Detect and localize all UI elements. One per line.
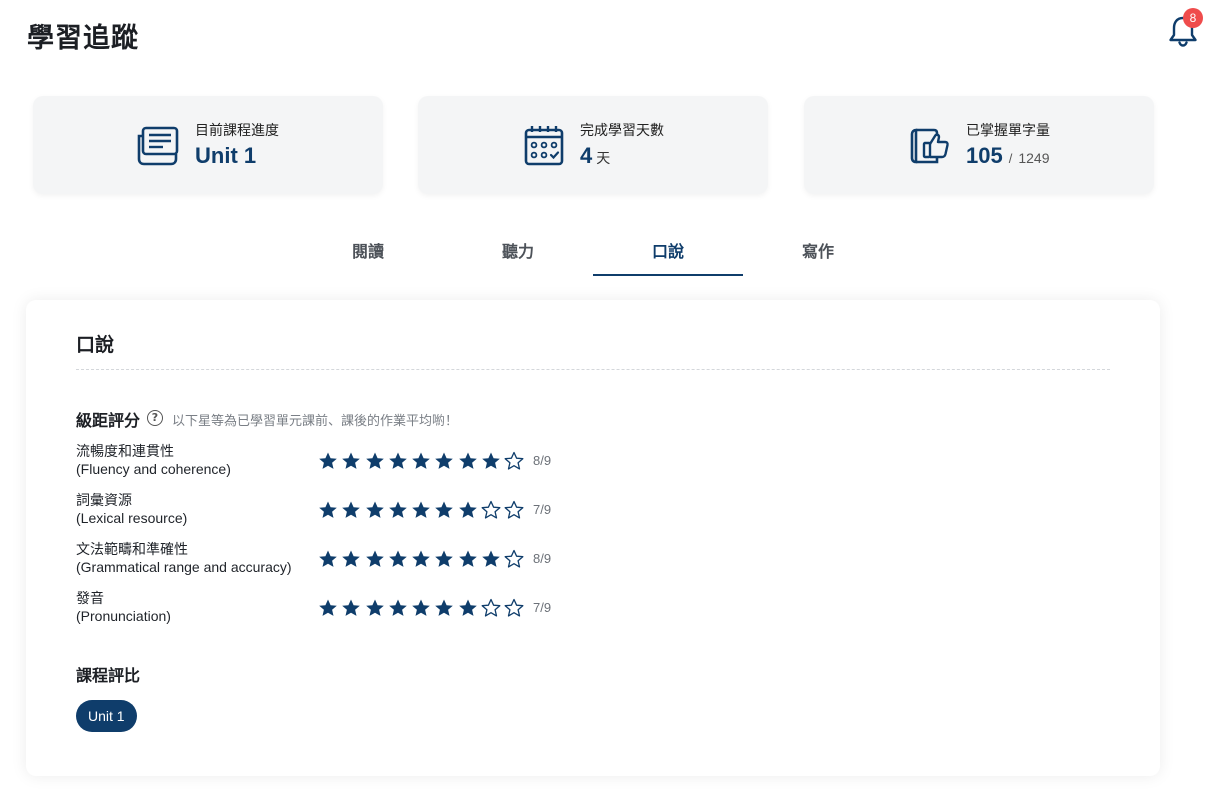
notification-button[interactable]: 8	[1164, 8, 1204, 48]
star-filled-icon	[388, 451, 411, 471]
star-filled-icon	[341, 549, 364, 569]
calendar-icon	[520, 124, 566, 168]
page-title: 學習追蹤	[27, 23, 139, 54]
stat-separator: /	[1008, 151, 1013, 166]
star-filled-icon	[458, 549, 481, 569]
star-filled-icon	[341, 500, 364, 520]
criterion-row-fluency: 流暢度和連貫性 (Fluency and coherence) 8/9	[76, 441, 596, 481]
star-filled-icon	[365, 598, 388, 618]
stat-value-text: 105	[966, 143, 1003, 168]
criterion-row-lexical: 詞彙資源 (Lexical resource) 7/9	[76, 490, 596, 530]
grade-hint: 以下星等為已學習單元課前、課後的作業平均喲！	[172, 414, 459, 429]
star-filled-icon	[481, 451, 504, 471]
tab-speaking[interactable]: 口說	[593, 232, 743, 276]
criterion-label-en: (Pronunciation)	[76, 608, 171, 624]
star-filled-icon	[365, 500, 388, 520]
star-filled-icon	[388, 598, 411, 618]
stat-card-study-days: 完成學習天數 4天	[418, 96, 768, 194]
star-empty-icon	[504, 549, 527, 569]
tab-writing[interactable]: 寫作	[743, 232, 893, 276]
unit-chip[interactable]: Unit 1	[76, 700, 137, 732]
vocab-thumbs-up-icon	[906, 124, 952, 168]
star-filled-icon	[341, 598, 364, 618]
star-filled-icon	[388, 500, 411, 520]
divider	[76, 369, 1110, 370]
star-rating	[318, 451, 528, 471]
star-empty-icon	[504, 451, 527, 471]
stat-label: 已掌握單字量	[966, 123, 1050, 139]
stat-value: Unit 1	[195, 143, 256, 169]
star-filled-icon	[411, 500, 434, 520]
star-empty-icon	[481, 598, 504, 618]
stat-total: 1249	[1018, 150, 1050, 166]
course-book-icon	[135, 124, 181, 168]
stat-value-text: Unit 1	[195, 143, 257, 168]
star-filled-icon	[365, 549, 388, 569]
tab-listening[interactable]: 聽力	[443, 232, 593, 276]
star-filled-icon	[318, 598, 341, 618]
star-filled-icon	[434, 500, 457, 520]
criterion-label-en: (Fluency and coherence)	[76, 461, 231, 477]
skill-tabs: 閱讀 聽力 口說 寫作	[293, 232, 893, 276]
stat-unit: 天	[596, 150, 611, 166]
star-filled-icon	[411, 549, 434, 569]
criterion-label-cn: 文法範疇和準確性	[76, 542, 188, 558]
star-filled-icon	[481, 549, 504, 569]
star-empty-icon	[504, 500, 527, 520]
star-rating	[318, 500, 528, 520]
criterion-label-cn: 詞彙資源	[76, 493, 132, 509]
star-filled-icon	[458, 451, 481, 471]
star-filled-icon	[318, 549, 341, 569]
star-filled-icon	[434, 549, 457, 569]
stat-value: 105 / 1249	[966, 143, 1050, 169]
star-filled-icon	[434, 598, 457, 618]
star-filled-icon	[318, 451, 341, 471]
grade-section-title: 級距評分	[76, 411, 141, 430]
star-empty-icon	[504, 598, 527, 618]
star-filled-icon	[318, 500, 341, 520]
help-icon[interactable]: ?	[147, 410, 163, 426]
star-empty-icon	[481, 500, 504, 520]
stat-card-course-progress: 目前課程進度 Unit 1	[33, 96, 383, 194]
criterion-label-cn: 流暢度和連貫性	[76, 444, 174, 460]
speaking-panel: 口說 級距評分 ? 以下星等為已學習單元課前、課後的作業平均喲！ 流暢度和連貫性…	[26, 300, 1160, 776]
star-filled-icon	[458, 500, 481, 520]
criterion-row-grammar: 文法範疇和準確性 (Grammatical range and accuracy…	[76, 539, 596, 579]
star-filled-icon	[388, 549, 411, 569]
star-filled-icon	[434, 451, 457, 471]
criterion-score: 8/9	[533, 453, 552, 468]
star-filled-icon	[341, 451, 364, 471]
stat-value: 4天	[580, 143, 610, 169]
criterion-score: 8/9	[533, 551, 552, 566]
criterion-label-en: (Lexical resource)	[76, 510, 188, 526]
stat-label: 目前課程進度	[195, 123, 279, 139]
star-filled-icon	[458, 598, 481, 618]
notification-badge: 8	[1183, 8, 1203, 28]
criterion-label-en: (Grammatical range and accuracy)	[76, 559, 292, 575]
stat-value-text: 4	[580, 143, 593, 168]
star-filled-icon	[411, 451, 434, 471]
stat-card-vocab: 已掌握單字量 105 / 1249	[804, 96, 1154, 194]
star-rating	[318, 549, 528, 569]
criterion-row-pronunciation: 發音 (Pronunciation) 7/9	[76, 588, 596, 628]
criterion-score: 7/9	[533, 600, 552, 615]
stat-label: 完成學習天數	[580, 123, 664, 139]
panel-title: 口說	[76, 334, 115, 356]
star-rating	[318, 598, 528, 618]
criterion-label-cn: 發音	[76, 591, 104, 607]
star-filled-icon	[365, 451, 388, 471]
course-rating-title: 課程評比	[76, 666, 141, 685]
star-filled-icon	[411, 598, 434, 618]
criterion-score: 7/9	[533, 502, 552, 517]
tab-reading[interactable]: 閱讀	[293, 232, 443, 276]
